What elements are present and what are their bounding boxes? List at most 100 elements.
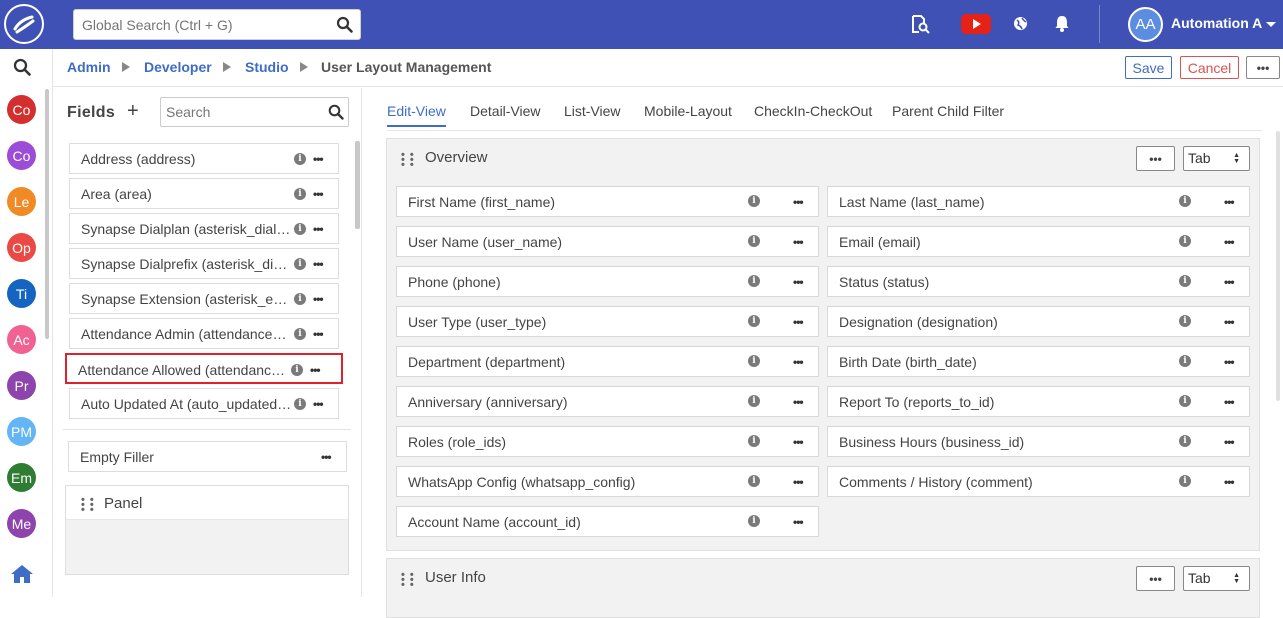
info-icon[interactable]: i — [291, 364, 303, 376]
module-avatar[interactable]: Ti — [7, 279, 36, 308]
info-icon[interactable]: i — [748, 195, 760, 207]
info-icon[interactable]: i — [1179, 275, 1191, 287]
fields-scrollbar[interactable] — [355, 141, 360, 229]
module-avatar[interactable]: Co — [7, 141, 36, 170]
more-actions-button[interactable]: ••• — [1246, 56, 1280, 79]
tab-checkin-checkout[interactable]: CheckIn-CheckOut — [754, 103, 872, 119]
info-icon[interactable]: i — [1179, 235, 1191, 247]
layout-field[interactable]: Report To (reports_to_id) i ••• — [827, 386, 1250, 417]
more-icon[interactable]: ••• — [793, 475, 804, 489]
bell-icon[interactable] — [1055, 15, 1069, 32]
field-list-item[interactable]: Address (address) i ••• — [69, 143, 339, 174]
layout-field[interactable]: Anniversary (anniversary) i ••• — [396, 386, 819, 417]
more-icon[interactable]: ••• — [793, 395, 804, 409]
layout-field[interactable]: Last Name (last_name) i ••• — [827, 186, 1250, 217]
breadcrumb-developer[interactable]: Developer — [144, 59, 212, 75]
more-icon[interactable]: ••• — [793, 275, 804, 289]
search-icon[interactable] — [328, 104, 344, 120]
breadcrumb-admin[interactable]: Admin — [67, 59, 111, 75]
info-icon[interactable]: i — [294, 328, 306, 340]
layout-field[interactable]: Email (email) i ••• — [827, 226, 1250, 257]
layout-field[interactable]: Designation (designation) i ••• — [827, 306, 1250, 337]
module-avatar[interactable]: Le — [7, 187, 36, 216]
layout-field[interactable]: User Type (user_type) i ••• — [396, 306, 819, 337]
section-more-button[interactable]: ••• — [1136, 566, 1175, 591]
field-list-item[interactable]: Area (area) i ••• — [69, 178, 339, 209]
field-list-item[interactable]: Auto Updated At (auto_updated_at) i ••• — [69, 388, 339, 419]
info-icon[interactable]: i — [1179, 355, 1191, 367]
module-avatar[interactable]: Me — [7, 509, 36, 538]
info-icon[interactable]: i — [748, 515, 760, 527]
youtube-icon[interactable] — [961, 14, 991, 34]
panel-item[interactable]: • • • • • • Panel — [65, 485, 349, 575]
globe-icon[interactable] — [1013, 16, 1028, 31]
fields-search[interactable] — [160, 97, 349, 127]
module-avatar[interactable]: Em — [7, 463, 36, 492]
layout-field[interactable]: Department (department) i ••• — [396, 346, 819, 377]
search-icon[interactable] — [13, 58, 31, 76]
more-icon[interactable]: ••• — [310, 363, 321, 377]
info-icon[interactable]: i — [294, 258, 306, 270]
module-avatar[interactable]: Pr — [7, 371, 36, 400]
more-icon[interactable]: ••• — [793, 195, 804, 209]
info-icon[interactable]: i — [748, 315, 760, 327]
info-icon[interactable]: i — [294, 223, 306, 235]
field-list-item[interactable]: Attendance Admin (attendance_admin)i ••• — [69, 318, 339, 349]
global-search[interactable] — [73, 9, 361, 40]
more-icon[interactable]: ••• — [313, 327, 324, 341]
app-logo[interactable] — [4, 4, 44, 44]
empty-filler-item[interactable]: Empty Filler ••• — [68, 441, 347, 472]
layout-field[interactable]: Status (status) i ••• — [827, 266, 1250, 297]
cancel-button[interactable]: Cancel — [1180, 56, 1239, 79]
module-avatar[interactable]: PM — [7, 417, 36, 446]
more-icon[interactable]: ••• — [793, 315, 804, 329]
info-icon[interactable]: i — [294, 153, 306, 165]
global-search-input[interactable] — [74, 10, 314, 39]
module-avatar[interactable]: Ac — [7, 325, 36, 354]
field-list-item[interactable]: Attendance Allowed (attendance_allowed)i… — [65, 353, 343, 384]
more-icon[interactable]: ••• — [1224, 395, 1235, 409]
more-icon[interactable]: ••• — [313, 222, 324, 236]
tab-detail-view[interactable]: Detail-View — [470, 103, 541, 119]
layout-field[interactable]: Account Name (account_id) i ••• — [396, 506, 819, 537]
document-search-icon[interactable] — [910, 14, 931, 35]
drag-handle-icon[interactable]: • • • • • • — [401, 570, 415, 591]
drag-handle-icon[interactable]: • • • • • • — [401, 150, 415, 171]
info-icon[interactable]: i — [1179, 475, 1191, 487]
layout-field[interactable]: Business Hours (business_id) i ••• — [827, 426, 1250, 457]
tab-list-view[interactable]: List-View — [564, 103, 621, 119]
more-icon[interactable]: ••• — [321, 450, 332, 464]
info-icon[interactable]: i — [294, 398, 306, 410]
more-icon[interactable]: ••• — [313, 187, 324, 201]
section-overview[interactable]: • • • • • • Overview ••• Tab ▲ ▼ First Name… — [386, 138, 1260, 551]
more-icon[interactable]: ••• — [313, 292, 324, 306]
layout-field[interactable]: First Name (first_name) i ••• — [396, 186, 819, 217]
info-icon[interactable]: i — [1179, 395, 1191, 407]
info-icon[interactable]: i — [748, 475, 760, 487]
more-icon[interactable]: ••• — [1224, 355, 1235, 369]
info-icon[interactable]: i — [294, 293, 306, 305]
section-more-button[interactable]: ••• — [1136, 146, 1175, 171]
section-type-select[interactable]: Tab ▲ ▼ — [1183, 146, 1250, 171]
more-icon[interactable]: ••• — [1224, 435, 1235, 449]
layout-scrollbar[interactable] — [1276, 131, 1280, 401]
chevron-down-icon[interactable] — [1266, 22, 1276, 27]
search-icon[interactable] — [336, 16, 353, 33]
info-icon[interactable]: i — [1179, 315, 1191, 327]
layout-field[interactable]: User Name (user_name) i ••• — [396, 226, 819, 257]
info-icon[interactable]: i — [748, 435, 760, 447]
field-list-item[interactable]: Synapse Extension (asterisk_extension)i •… — [69, 283, 339, 314]
sidebar-scrollbar[interactable] — [45, 89, 49, 339]
info-icon[interactable]: i — [1179, 435, 1191, 447]
user-menu-name[interactable]: Automation A — [1171, 15, 1262, 31]
home-icon[interactable] — [10, 564, 34, 584]
more-icon[interactable]: ••• — [1224, 475, 1235, 489]
field-list-item[interactable]: Synapse Dialplan (asterisk_dialplan) i ••• — [69, 213, 339, 244]
layout-field[interactable]: Phone (phone) i ••• — [396, 266, 819, 297]
fields-search-input[interactable] — [161, 98, 321, 126]
info-icon[interactable]: i — [748, 355, 760, 367]
save-button[interactable]: Save — [1125, 56, 1172, 79]
user-avatar[interactable]: AA — [1128, 7, 1163, 42]
tab-parent-child-filter[interactable]: Parent Child Filter — [892, 103, 1004, 119]
module-avatar[interactable]: Op — [7, 233, 36, 262]
